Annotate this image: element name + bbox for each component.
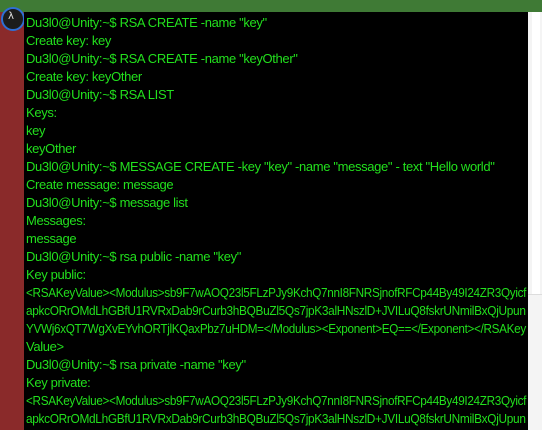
- terminal-line: <RSAKeyValue><Modulus>sb9F7wAOQ23l5FLzPJ…: [26, 393, 527, 408]
- lambda-glyph: λ: [8, 11, 15, 22]
- terminal-line: YVWj6xQT7WgXvEYvhORTjlKQaxPbz7uHDM=</Mod…: [26, 321, 526, 336]
- terminal-line: Create message: message: [26, 177, 174, 192]
- terminal-line: Du3l0@Unity:~$ rsa private -name "key": [26, 357, 246, 372]
- side-strip: [0, 12, 24, 430]
- terminal-line: Du3l0@Unity:~$ RSA LIST: [26, 87, 174, 102]
- terminal-line: Key private:: [26, 375, 91, 390]
- terminal-line: Du3l0@Unity:~$ RSA CREATE -name "keyOthe…: [26, 51, 298, 66]
- terminal-line: Create key: key: [26, 33, 112, 48]
- terminal-line: apkcORrOMdLhGBfU1RVRxDab9rCurb3hBQBuZl5Q…: [26, 411, 526, 426]
- terminal-line: apkcORrOMdLhGBfU1RVRxDab9rCurb3hBQBuZl5Q…: [26, 303, 526, 318]
- title-bar: [0, 0, 542, 12]
- terminal-line: key: [26, 123, 46, 138]
- terminal-line: Key public:: [26, 267, 86, 282]
- terminal-line: Keys:: [26, 105, 57, 120]
- vertical-scrollbar[interactable]: [528, 12, 542, 430]
- terminal-line: Value>: [26, 339, 64, 354]
- scrollbar-track-divider: [528, 294, 542, 295]
- terminal-output[interactable]: Du3l0@Unity:~$ RSA CREATE -name "key" Cr…: [24, 12, 528, 430]
- terminal-line: Du3l0@Unity:~$ rsa public -name "key": [26, 249, 242, 264]
- terminal-line: Du3l0@Unity:~$ MESSAGE CREATE -key "key"…: [26, 159, 495, 174]
- terminal-line: message: [26, 231, 77, 246]
- terminal-line: <RSAKeyValue><Modulus>sb9F7wAOQ23l5FLzPJ…: [26, 285, 527, 300]
- terminal-line: Create key: keyOther: [26, 69, 142, 84]
- app-icon[interactable]: λ: [1, 7, 25, 31]
- terminal-line: Du3l0@Unity:~$ message list: [26, 195, 188, 210]
- scrollbar-thumb[interactable]: [532, 12, 540, 294]
- terminal-line: Messages:: [26, 213, 86, 228]
- terminal-line: keyOther: [26, 141, 76, 156]
- terminal-line: Du3l0@Unity:~$ RSA CREATE -name "key": [26, 15, 267, 30]
